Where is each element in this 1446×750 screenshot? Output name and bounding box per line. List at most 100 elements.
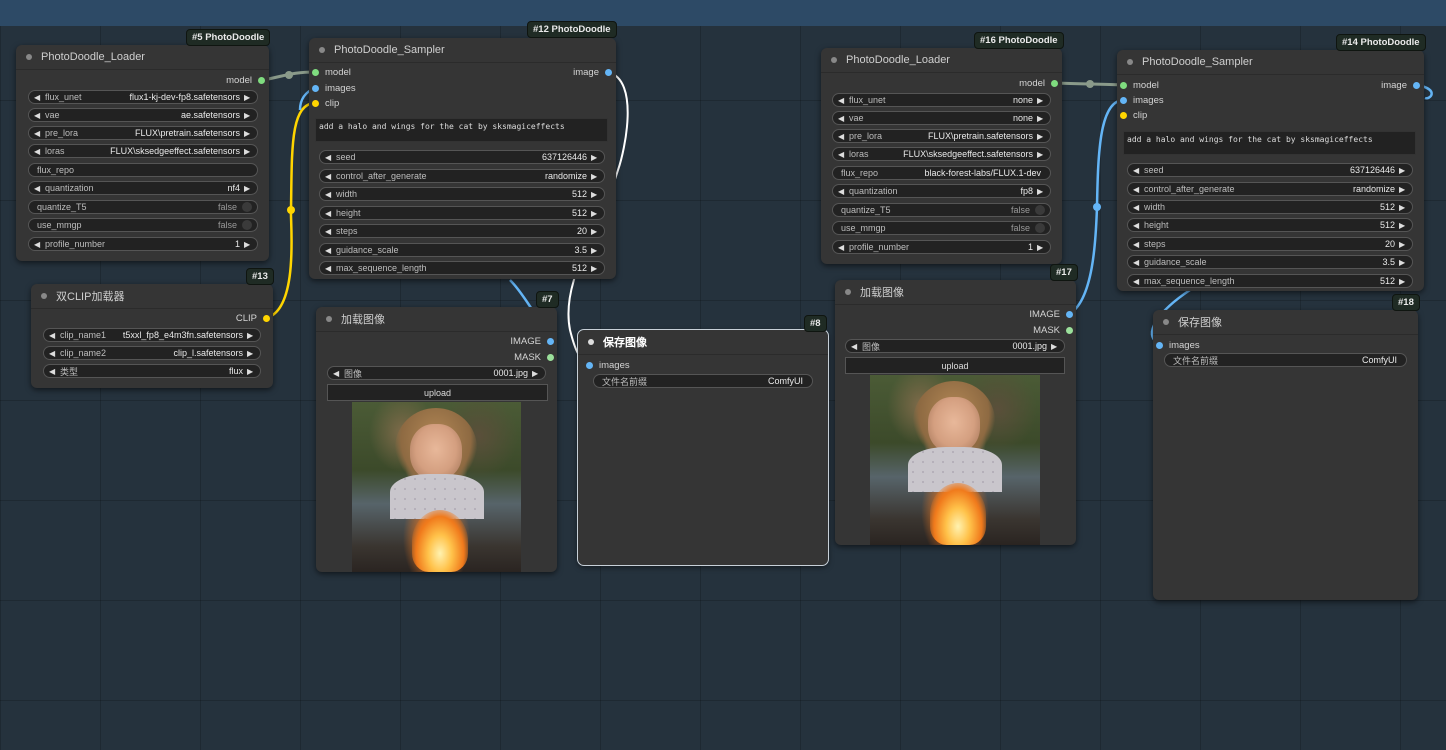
upload-button[interactable]: upload	[845, 357, 1065, 374]
node-title[interactable]: PhotoDoodle_Sampler	[309, 38, 616, 63]
widget-clip-name2[interactable]: ◀ clip_name2 clip_l.safetensors ▶	[43, 346, 261, 360]
collapse-dot-icon[interactable]	[41, 293, 47, 299]
output-clip[interactable]: CLIP	[236, 313, 270, 324]
save-image-node-1[interactable]: 保存图像 images 文件名前缀 ComfyUI	[577, 329, 829, 566]
input-slot-icon[interactable]	[1156, 342, 1163, 349]
collapse-dot-icon[interactable]	[319, 47, 325, 53]
arrow-left-icon[interactable]: ◀	[333, 369, 341, 378]
arrow-left-icon[interactable]: ◀	[325, 172, 333, 181]
arrow-right-icon[interactable]: ▶	[244, 93, 252, 102]
widget-type[interactable]: ◀ 类型 flux ▶	[43, 364, 261, 378]
toggle-icon[interactable]	[242, 202, 252, 212]
arrow-right-icon[interactable]: ▶	[532, 369, 540, 378]
arrow-right-icon[interactable]: ▶	[1399, 185, 1407, 194]
input-slot-icon[interactable]	[586, 362, 593, 369]
node-title[interactable]: 加载图像	[316, 307, 557, 332]
input-images[interactable]: images	[312, 83, 356, 94]
widget-seed[interactable]: ◀ seed 637126446 ▶	[1127, 163, 1413, 177]
toggle-icon[interactable]	[1035, 223, 1045, 233]
output-image[interactable]: image	[1381, 80, 1420, 91]
widget-height[interactable]: ◀ height 512 ▶	[1127, 218, 1413, 232]
collapse-dot-icon[interactable]	[26, 54, 32, 60]
prompt-textarea[interactable]: add a halo and wings for the cat by sksm…	[1123, 131, 1416, 155]
arrow-right-icon[interactable]: ▶	[244, 240, 252, 249]
input-slot-icon[interactable]	[312, 69, 319, 76]
arrow-right-icon[interactable]: ▶	[1037, 187, 1045, 196]
node-title[interactable]: PhotoDoodle_Loader	[821, 48, 1062, 73]
arrow-left-icon[interactable]: ◀	[1133, 240, 1141, 249]
arrow-right-icon[interactable]: ▶	[244, 111, 252, 120]
arrow-left-icon[interactable]: ◀	[34, 93, 42, 102]
widget-flux-unet[interactable]: ◀ flux_unet none ▶	[832, 93, 1051, 107]
widget-steps[interactable]: ◀ steps 20 ▶	[1127, 237, 1413, 251]
input-slot-icon[interactable]	[312, 100, 319, 107]
input-images[interactable]: images	[1120, 95, 1164, 106]
output-slot-icon[interactable]	[258, 77, 265, 84]
arrow-left-icon[interactable]: ◀	[49, 331, 57, 340]
output-image[interactable]: image	[573, 67, 612, 78]
arrow-left-icon[interactable]: ◀	[1133, 185, 1141, 194]
arrow-left-icon[interactable]: ◀	[838, 187, 846, 196]
widget-image-select[interactable]: ◀ 图像 0001.jpg ▶	[845, 339, 1065, 353]
widget-quantization[interactable]: ◀ quantization fp8 ▶	[832, 184, 1051, 198]
arrow-left-icon[interactable]: ◀	[325, 209, 333, 218]
widget-height[interactable]: ◀ height 512 ▶	[319, 206, 605, 220]
node-title[interactable]: PhotoDoodle_Sampler	[1117, 50, 1424, 75]
photodoodle-sampler-node-2[interactable]: PhotoDoodle_Sampler model images clip im…	[1117, 50, 1424, 291]
arrow-left-icon[interactable]: ◀	[1133, 277, 1141, 286]
input-slot-icon[interactable]	[1120, 112, 1127, 119]
input-model[interactable]: model	[1120, 80, 1159, 91]
widget-loras[interactable]: ◀ loras FLUX\sksedgeeffect.safetensors ▶	[832, 147, 1051, 161]
widget-max-sequence-length[interactable]: ◀ max_sequence_length 512 ▶	[319, 261, 605, 275]
node-title[interactable]: 加载图像	[835, 280, 1076, 305]
arrow-left-icon[interactable]: ◀	[838, 114, 846, 123]
arrow-right-icon[interactable]: ▶	[1051, 342, 1059, 351]
node-title[interactable]: 保存图像	[1153, 310, 1418, 335]
arrow-right-icon[interactable]: ▶	[244, 184, 252, 193]
arrow-right-icon[interactable]: ▶	[591, 190, 599, 199]
widget-pre-lora[interactable]: ◀ pre_lora FLUX\pretrain.safetensors ▶	[28, 126, 258, 140]
input-clip[interactable]: clip	[312, 98, 339, 109]
arrow-left-icon[interactable]: ◀	[325, 264, 333, 273]
widget-use-mmgp[interactable]: use_mmgp false	[832, 221, 1051, 235]
toggle-icon[interactable]	[242, 220, 252, 230]
widget-quantization[interactable]: ◀ quantization nf4 ▶	[28, 181, 258, 195]
arrow-right-icon[interactable]: ▶	[1037, 150, 1045, 159]
prompt-textarea[interactable]: add a halo and wings for the cat by sksm…	[315, 118, 608, 142]
output-model[interactable]: model	[226, 75, 265, 86]
collapse-dot-icon[interactable]	[588, 339, 594, 345]
arrow-right-icon[interactable]: ▶	[1399, 258, 1407, 267]
widget-seed[interactable]: ◀ seed 637126446 ▶	[319, 150, 605, 164]
output-slot-icon[interactable]	[605, 69, 612, 76]
arrow-left-icon[interactable]: ◀	[34, 111, 42, 120]
arrow-left-icon[interactable]: ◀	[325, 227, 333, 236]
output-mask[interactable]: MASK	[1033, 325, 1073, 336]
arrow-right-icon[interactable]: ▶	[1037, 243, 1045, 252]
widget-image-select[interactable]: ◀ 图像 0001.jpg ▶	[327, 366, 546, 380]
widget-use-mmgp[interactable]: use_mmgp false	[28, 218, 258, 232]
arrow-left-icon[interactable]: ◀	[49, 367, 57, 376]
arrow-right-icon[interactable]: ▶	[247, 349, 255, 358]
photodoodle-loader-node-1[interactable]: PhotoDoodle_Loader model ◀ flux_unet flux1…	[16, 45, 269, 261]
arrow-left-icon[interactable]: ◀	[34, 184, 42, 193]
photodoodle-loader-node-2[interactable]: PhotoDoodle_Loader model ◀ flux_unet none ▶…	[821, 48, 1062, 264]
widget-vae[interactable]: ◀ vae ae.safetensors ▶	[28, 108, 258, 122]
load-image-node-2[interactable]: 加载图像 IMAGE MASK ◀ 图像 0001.jpg ▶ upload	[835, 280, 1076, 545]
collapse-dot-icon[interactable]	[1163, 319, 1169, 325]
widget-flux-unet[interactable]: ◀ flux_unet flux1-kj-dev-fp8.safetensors ▶	[28, 90, 258, 104]
arrow-left-icon[interactable]: ◀	[49, 349, 57, 358]
widget-flux-repo[interactable]: flux_repo black-forest-labs/FLUX.1-dev	[832, 166, 1051, 180]
arrow-right-icon[interactable]: ▶	[1037, 114, 1045, 123]
arrow-right-icon[interactable]: ▶	[1037, 132, 1045, 141]
widget-width[interactable]: ◀ width 512 ▶	[1127, 200, 1413, 214]
collapse-dot-icon[interactable]	[831, 57, 837, 63]
arrow-right-icon[interactable]: ▶	[591, 172, 599, 181]
output-slot-icon[interactable]	[1413, 82, 1420, 89]
arrow-left-icon[interactable]: ◀	[1133, 221, 1141, 230]
output-slot-icon[interactable]	[1066, 311, 1073, 318]
widget-quantize-t5[interactable]: quantize_T5 false	[28, 200, 258, 214]
arrow-left-icon[interactable]: ◀	[325, 190, 333, 199]
node-title[interactable]: 双CLIP加载器	[31, 284, 273, 309]
widget-width[interactable]: ◀ width 512 ▶	[319, 187, 605, 201]
arrow-right-icon[interactable]: ▶	[1399, 277, 1407, 286]
